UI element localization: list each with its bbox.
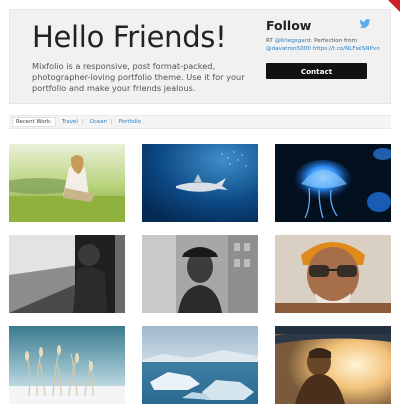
- hero-panel: Hello Friends! Mixfolio is a responsive,…: [9, 9, 391, 104]
- tweet-text: : Perfection from: [310, 38, 358, 44]
- filter-portfolio[interactable]: Portfolio: [119, 119, 141, 125]
- old-man-image: [275, 235, 391, 313]
- man-with-cap-image: [142, 235, 258, 313]
- girl-in-field-image: [9, 144, 125, 222]
- filter-separator: |: [110, 119, 113, 125]
- hero-description: Mixfolio is a responsive, post format-pa…: [32, 61, 245, 93]
- filter-travel[interactable]: Travel: [62, 119, 78, 125]
- jellyfish-image: [275, 144, 391, 222]
- gallery-item-train-window-bw[interactable]: [9, 235, 125, 313]
- train-window-image: [9, 235, 125, 313]
- contact-button[interactable]: Contact: [266, 63, 367, 79]
- gallery-item-girl-sitting-in-field[interactable]: [9, 144, 125, 222]
- tweet-handle-link[interactable]: @Kriegsgard: [275, 38, 311, 44]
- icebergs-image: [142, 326, 258, 404]
- tweet-mention-link[interactable]: @davatron5000: [266, 46, 311, 52]
- gallery-item-surfer-with-board[interactable]: [275, 326, 391, 404]
- gallery-item-frosted-reeds[interactable]: [9, 326, 125, 404]
- twitter-icon[interactable]: [359, 19, 371, 29]
- recent-work-filter-bar: Recent Work: Travel | Ocean | Portfolio: [9, 115, 391, 129]
- filter-separator: |: [81, 119, 84, 125]
- gallery-item-icebergs[interactable]: [142, 326, 258, 404]
- latest-tweet: RT @Kriegsgard: Perfection from @davatro…: [266, 38, 384, 53]
- follow-title: Follow: [266, 18, 312, 33]
- filter-ocean[interactable]: Ocean: [90, 119, 107, 125]
- shark-image: [142, 144, 258, 222]
- portfolio-gallery: [9, 144, 391, 404]
- surfer-image: [275, 326, 391, 404]
- hero-title: Hello Friends!: [32, 20, 227, 54]
- gallery-item-old-man-with-glasses[interactable]: [275, 235, 391, 313]
- gallery-item-shark-underwater[interactable]: [142, 144, 258, 222]
- tweet-prefix: RT: [266, 38, 275, 44]
- tweet-url-link[interactable]: https://t.co/NLFwISNPvn: [313, 46, 380, 52]
- gallery-item-blue-jellyfish[interactable]: [275, 144, 391, 222]
- frosted-reeds-image: [9, 326, 125, 404]
- recent-work-label: Recent Work:: [12, 117, 56, 127]
- gallery-item-man-with-cap-bw[interactable]: [142, 235, 258, 313]
